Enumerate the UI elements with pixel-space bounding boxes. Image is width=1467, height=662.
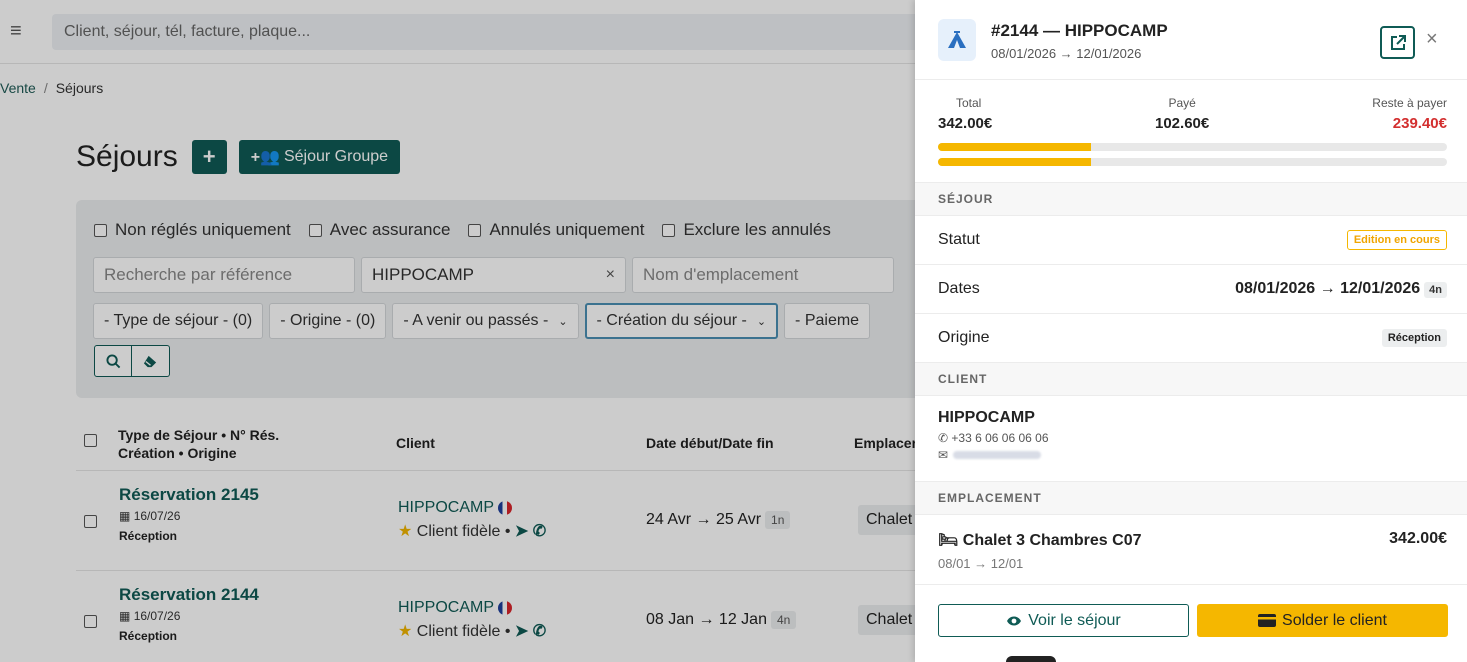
origine-badge: Réception xyxy=(1381,329,1447,347)
client-phone[interactable]: +33 6 06 06 06 06 xyxy=(951,431,1048,445)
client-email-redacted[interactable] xyxy=(953,451,1042,459)
dates-label: Dates xyxy=(938,280,980,297)
external-link-icon xyxy=(1390,34,1406,50)
payment-summary: Total 342.00€ Payé 102.60€ Reste à payer 23… xyxy=(915,80,1467,183)
dates-value: 08/01/2026 → 12/01/2026 xyxy=(1235,280,1421,297)
paid-label: Payé xyxy=(1168,96,1196,110)
client-name[interactable]: HIPPOCAMP xyxy=(938,409,1444,427)
panel-subtitle: 08/01/2026 → 12/01/2026 xyxy=(991,46,1142,61)
rest-label: Reste à payer xyxy=(1372,96,1447,110)
section-sejour: SÉJOUR xyxy=(915,183,1467,216)
paid-value: 102.60€ xyxy=(1155,115,1210,132)
view-sejour-button[interactable]: Voir le séjour xyxy=(938,604,1189,637)
origine-row: Origine Réception xyxy=(915,314,1467,363)
panel-title: #2144 — HIPPOCAMP xyxy=(991,21,1168,40)
payment-progress-bar xyxy=(938,143,1447,151)
sejour-detail-panel: #2144 — HIPPOCAMP 08/01/2026 → 12/01/202… xyxy=(915,0,1467,662)
nights-badge: 4n xyxy=(1424,282,1447,298)
emplacement-price: 342.00€ xyxy=(1389,530,1447,547)
modal-backdrop[interactable] xyxy=(0,0,915,662)
total-label: Total xyxy=(956,96,982,110)
origine-label: Origine xyxy=(938,329,990,346)
panel-header: #2144 — HIPPOCAMP 08/01/2026 → 12/01/202… xyxy=(915,0,1467,80)
statut-label: Statut xyxy=(938,231,980,248)
phone-icon: ✆ xyxy=(938,431,949,445)
eye-icon xyxy=(1006,615,1022,627)
rest-value: 239.40€ xyxy=(1392,115,1447,132)
section-emplacement: EMPLACEMENT xyxy=(915,482,1467,515)
bed-icon: 🛏 xyxy=(938,532,959,549)
tent-icon xyxy=(938,19,976,61)
view-sejour-label: Voir le séjour xyxy=(1028,611,1121,629)
payment-progress-fill xyxy=(938,143,1091,151)
emplacement-name: Chalet 3 Chambres C07 xyxy=(962,532,1142,549)
section-client: CLIENT xyxy=(915,363,1467,396)
settle-client-button[interactable]: Solder le client xyxy=(1197,604,1448,637)
client-card: HIPPOCAMP ✆ +33 6 06 06 06 06 ✉ xyxy=(915,396,1467,482)
settle-client-label: Solder le client xyxy=(1282,611,1387,629)
statut-row: Statut Edition en cours xyxy=(915,216,1467,265)
card-icon xyxy=(1258,614,1277,627)
status-badge: Edition en cours xyxy=(1346,230,1447,250)
total-value: 342.00€ xyxy=(938,115,993,132)
dates-row: Dates 08/01/2026 → 12/01/2026 4n xyxy=(915,265,1467,314)
emplacement-dates: 08/01 → 12/01 xyxy=(938,556,1024,571)
payment-progress-fill xyxy=(938,158,1091,166)
close-icon[interactable]: × xyxy=(1426,28,1438,51)
payment-progress-bar-secondary xyxy=(938,158,1447,166)
mail-icon: ✉ xyxy=(938,448,949,462)
floating-tab[interactable] xyxy=(1006,656,1056,662)
emplacement-row: 🛏 Chalet 3 Chambres C07 08/01 → 12/01 34… xyxy=(915,515,1467,585)
open-external-button[interactable] xyxy=(1380,26,1415,59)
panel-footer: Voir le séjour Solder le client xyxy=(915,590,1467,662)
